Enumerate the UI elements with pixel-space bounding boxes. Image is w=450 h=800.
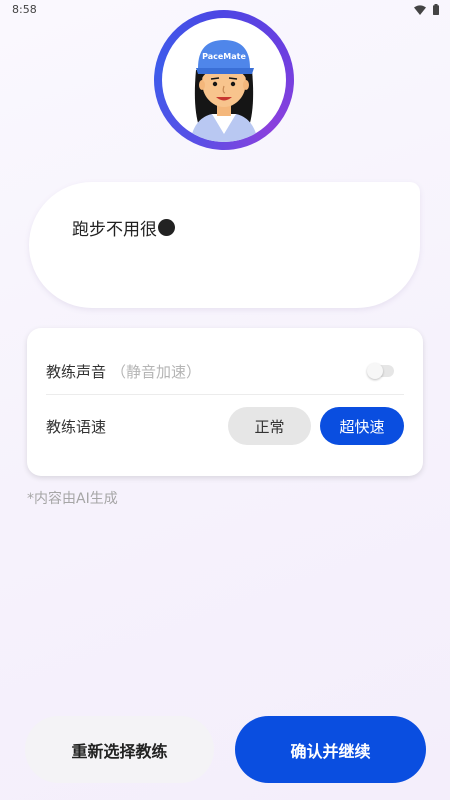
battery-icon: [433, 4, 439, 15]
wifi-icon: [414, 4, 426, 15]
voice-label: 教练声音: [46, 363, 107, 381]
coach-speech-bubble: 跑步不用很: [29, 182, 420, 308]
typing-indicator-icon: [158, 219, 175, 236]
speech-text-line: 跑步不用很: [72, 215, 175, 240]
coach-avatar: PaceMate: [144, 0, 304, 160]
status-time: 8:58: [12, 3, 37, 16]
avatar-illustration: PaceMate: [162, 18, 286, 142]
cap-text: PaceMate: [202, 52, 246, 61]
status-icons: [414, 4, 439, 15]
voice-hint: （静音加速）: [111, 363, 202, 381]
ai-generated-note: *内容由AI生成: [27, 491, 118, 507]
reselect-coach-button[interactable]: 重新选择教练: [25, 716, 214, 783]
speed-normal-button[interactable]: 正常: [228, 407, 311, 445]
voice-setting-row: 教练声音 （静音加速）: [27, 328, 423, 394]
divider: [46, 394, 404, 395]
toggle-knob: [367, 363, 383, 379]
coach-illustration: PaceMate: [190, 40, 258, 142]
voice-toggle[interactable]: [367, 363, 394, 379]
speed-fast-button[interactable]: 超快速: [320, 407, 404, 445]
coach-settings-card: 教练声音 （静音加速） 教练语速 正常 超快速: [27, 328, 423, 476]
confirm-continue-button[interactable]: 确认并继续: [235, 716, 426, 783]
speech-text: 跑步不用很: [72, 220, 157, 240]
speed-label: 教练语速: [46, 418, 107, 436]
